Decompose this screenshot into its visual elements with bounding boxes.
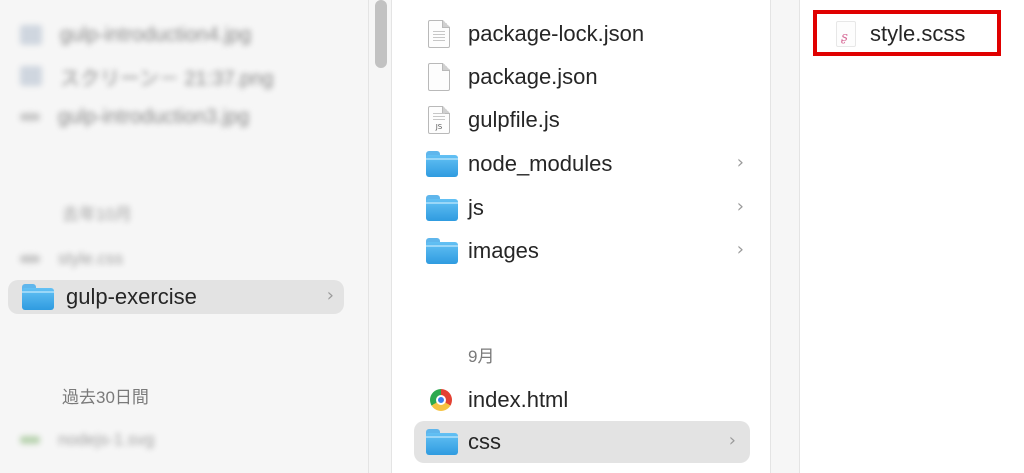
column-divider[interactable] — [770, 0, 800, 473]
js-file-icon: JS — [428, 106, 450, 134]
chevron-right-icon: › — [728, 430, 736, 451]
list-item-css[interactable]: css › — [414, 421, 750, 463]
chevron-right-icon: › — [736, 239, 744, 260]
folder-icon — [426, 238, 458, 264]
blurred-recent-file[interactable]: gulp-introduction4.jpg — [20, 23, 251, 47]
sidebar-item-gulp-exercise[interactable]: gulp-exercise › — [8, 280, 344, 314]
section-header-september: 9月 — [468, 347, 495, 366]
scrollbar-thumb[interactable] — [375, 0, 387, 68]
folder-icon — [426, 429, 458, 455]
chrome-icon — [430, 389, 452, 411]
blurred-section-header: 去年10月 — [62, 204, 132, 224]
folder-icon — [426, 151, 458, 177]
list-item-gulpfile-js[interactable]: JS gulpfile.js — [428, 104, 560, 136]
middle-column: package-lock.json package.json JS gulpfi… — [392, 0, 770, 473]
document-icon — [428, 20, 450, 48]
list-item-package-json[interactable]: package.json — [428, 61, 598, 93]
list-item-images[interactable]: images › — [426, 235, 744, 267]
list-item-js[interactable]: js › — [426, 192, 744, 224]
folder-icon — [426, 195, 458, 221]
blurred-recent-file[interactable]: スクリーン－ 21:37.png — [20, 64, 274, 90]
document-icon — [20, 255, 40, 263]
list-item-package-lock-json[interactable]: package-lock.json — [428, 18, 644, 50]
folder-icon — [22, 284, 54, 310]
blurred-recent-file[interactable]: nodejs-1.svg — [20, 428, 154, 452]
section-header-past-30-days: 過去30日間 — [62, 388, 149, 407]
chevron-right-icon: › — [326, 285, 334, 306]
chevron-right-icon: › — [736, 152, 744, 173]
highlight-box — [813, 10, 1001, 56]
list-item-node-modules[interactable]: node_modules › — [426, 148, 744, 180]
image-file-icon — [20, 66, 42, 86]
right-column: ʂ style.scss — [800, 0, 1024, 473]
list-item-index-html[interactable]: index.html — [430, 384, 568, 416]
image-file-icon — [20, 25, 42, 45]
blurred-recent-file[interactable]: style.css — [20, 247, 123, 271]
image-file-icon — [20, 436, 40, 444]
chevron-right-icon: › — [736, 196, 744, 217]
sidebar-column: gulp-introduction4.jpg スクリーン－ 21:37.png … — [0, 0, 368, 473]
scrollbar[interactable] — [368, 0, 392, 473]
document-icon — [428, 63, 450, 91]
image-file-icon — [20, 113, 40, 121]
blurred-recent-file[interactable]: gulp-introduction3.jpg — [20, 105, 249, 129]
